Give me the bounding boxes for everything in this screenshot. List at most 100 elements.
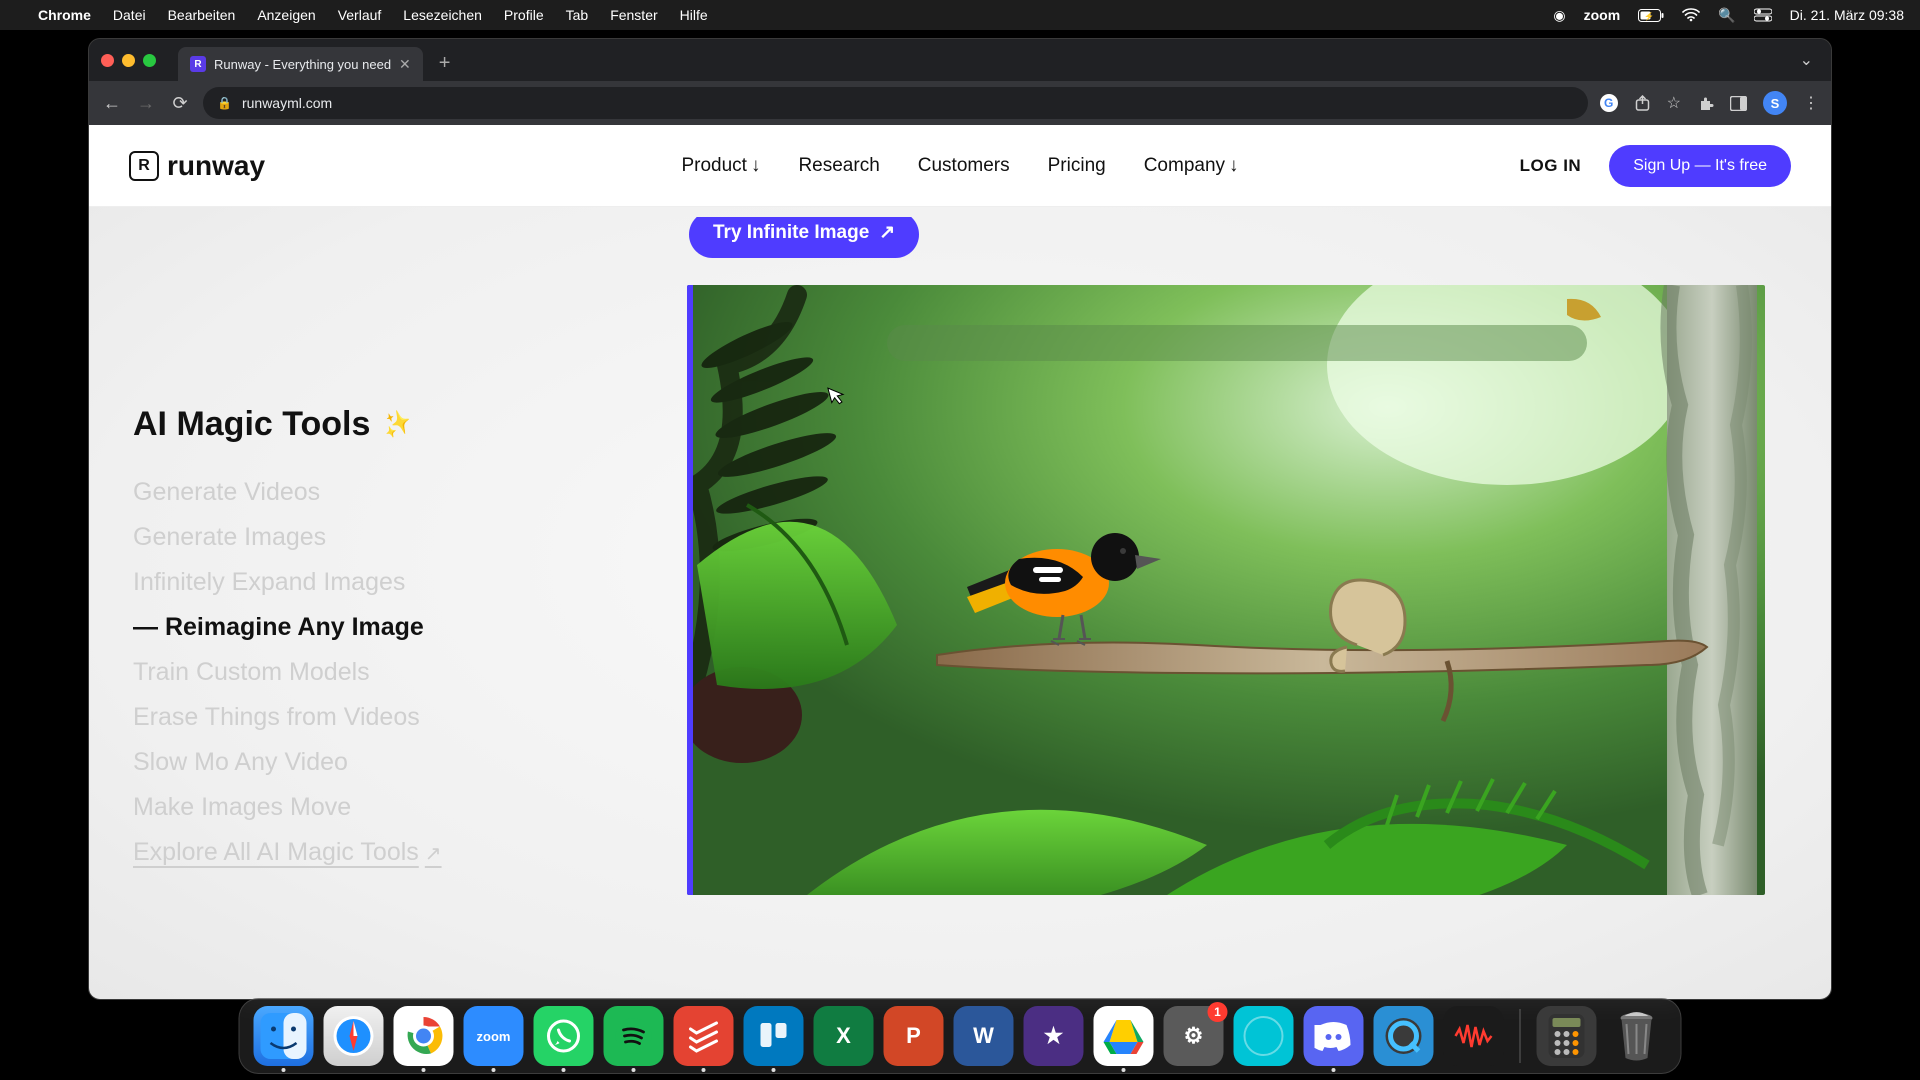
dock-spotify[interactable] — [604, 1006, 664, 1066]
dock-word[interactable]: W — [954, 1006, 1014, 1066]
dock-zoom[interactable]: zoom — [464, 1006, 524, 1066]
sidepanel-icon[interactable] — [1730, 96, 1747, 111]
extensions-icon[interactable] — [1697, 95, 1714, 112]
dock-whatsapp[interactable] — [534, 1006, 594, 1066]
dock-todoist[interactable] — [674, 1006, 734, 1066]
signup-button[interactable]: Sign Up — It's free — [1609, 145, 1791, 187]
minimize-window-icon[interactable] — [122, 54, 135, 67]
tab-strip: R Runway - Everything you need ✕ + ⌄ — [89, 39, 1831, 81]
dock-quicktime[interactable] — [1374, 1006, 1434, 1066]
reload-button[interactable]: ⟳ — [169, 93, 191, 114]
dock-separator — [1520, 1009, 1521, 1063]
arrow-up-right-icon: ↗ — [425, 843, 442, 865]
dock-trello[interactable] — [744, 1006, 804, 1066]
magic-wand-icon: ✨ — [378, 406, 416, 443]
tool-expand-images[interactable]: Infinitely Expand Images — [133, 568, 613, 597]
chrome-window: R Runway - Everything you need ✕ + ⌄ ← →… — [88, 38, 1832, 1000]
menu-bearbeiten[interactable]: Bearbeiten — [168, 7, 236, 23]
dock-voice-memos[interactable] — [1444, 1006, 1504, 1066]
tab-overflow-icon[interactable]: ⌄ — [1800, 50, 1813, 70]
logo-mark-icon: R — [129, 151, 159, 181]
menu-datei[interactable]: Datei — [113, 7, 146, 23]
menubar-datetime[interactable]: Di. 21. März 09:38 — [1790, 7, 1904, 23]
dock-trash[interactable] — [1607, 1006, 1667, 1066]
dock-safari[interactable] — [324, 1006, 384, 1066]
tool-images-move[interactable]: Make Images Move — [133, 793, 613, 822]
nav-customers[interactable]: Customers — [918, 155, 1010, 177]
kebab-menu-icon[interactable]: ⋮ — [1803, 93, 1819, 113]
battery-icon[interactable]: ⚡ — [1638, 9, 1664, 22]
menu-hilfe[interactable]: Hilfe — [680, 7, 708, 23]
dock-system-settings[interactable]: ⚙1 — [1164, 1006, 1224, 1066]
logo-text: runway — [167, 150, 265, 182]
record-icon[interactable]: ◉ — [1553, 7, 1565, 24]
tool-generate-videos[interactable]: Generate Videos — [133, 478, 613, 507]
menu-profile[interactable]: Profile — [504, 7, 544, 23]
wifi-icon[interactable] — [1682, 8, 1700, 22]
dock-excel[interactable]: X — [814, 1006, 874, 1066]
tools-sidebar: AI Magic Tools ✨ Generate Videos Generat… — [133, 405, 613, 867]
window-controls[interactable] — [101, 54, 156, 67]
svg-text:⚡: ⚡ — [1644, 11, 1654, 21]
dock-google-drive[interactable] — [1094, 1006, 1154, 1066]
dock-finder[interactable] — [254, 1006, 314, 1066]
tool-erase-videos[interactable]: Erase Things from Videos — [133, 703, 613, 732]
hero-image — [687, 285, 1765, 895]
nav-pricing[interactable]: Pricing — [1048, 155, 1106, 177]
lock-icon: 🔒 — [217, 96, 232, 110]
nav-company[interactable]: Company↓ — [1144, 155, 1239, 177]
browser-tab[interactable]: R Runway - Everything you need ✕ — [178, 47, 423, 81]
profile-avatar[interactable]: S — [1763, 91, 1787, 115]
nav-research[interactable]: Research — [798, 155, 879, 177]
close-tab-icon[interactable]: ✕ — [399, 56, 411, 73]
dock-calculator[interactable] — [1537, 1006, 1597, 1066]
zoom-menubar-label[interactable]: zoom — [1584, 7, 1621, 23]
site-logo[interactable]: R runway — [129, 150, 265, 182]
google-account-icon[interactable]: G — [1600, 94, 1618, 112]
share-icon[interactable] — [1634, 95, 1651, 112]
arrow-up-right-icon: ↗ — [879, 221, 895, 244]
dock-imovie[interactable]: ★ — [1024, 1006, 1084, 1066]
bookmark-icon[interactable]: ☆ — [1667, 93, 1681, 113]
fullscreen-window-icon[interactable] — [143, 54, 156, 67]
site-header: R runway Product↓ Research Customers Pri… — [89, 125, 1831, 207]
tool-list: Generate Videos Generate Images Infinite… — [133, 478, 613, 867]
close-window-icon[interactable] — [101, 54, 114, 67]
chevron-down-icon: ↓ — [751, 155, 761, 177]
url-text: runwayml.com — [242, 95, 332, 111]
nav-product[interactable]: Product↓ — [681, 155, 760, 177]
browser-toolbar: ← → ⟳ 🔒 runwayml.com G ☆ S ⋮ — [89, 81, 1831, 125]
dock-app-cyan[interactable] — [1234, 1006, 1294, 1066]
menu-fenster[interactable]: Fenster — [610, 7, 657, 23]
back-button[interactable]: ← — [101, 93, 123, 114]
new-tab-button[interactable]: + — [439, 52, 451, 75]
spotlight-icon[interactable]: 🔍 — [1718, 7, 1735, 24]
tool-train-models[interactable]: Train Custom Models — [133, 658, 613, 687]
cta-label: Try Infinite Image — [713, 222, 869, 244]
tool-reimagine-image[interactable]: Reimagine Any Image — [133, 613, 613, 642]
try-infinite-image-button[interactable]: Try Infinite Image ↗ — [689, 211, 919, 258]
tool-generate-images[interactable]: Generate Images — [133, 523, 613, 552]
page-viewport: R runway Product↓ Research Customers Pri… — [89, 125, 1831, 999]
macos-dock: zoom X P W ★ ⚙1 — [239, 998, 1682, 1074]
tool-slow-mo[interactable]: Slow Mo Any Video — [133, 748, 613, 777]
menu-tab[interactable]: Tab — [566, 7, 589, 23]
section-title: AI Magic Tools ✨ — [133, 405, 613, 444]
dock-powerpoint[interactable]: P — [884, 1006, 944, 1066]
primary-nav: Product↓ Research Customers Pricing Comp… — [681, 155, 1238, 177]
address-bar[interactable]: 🔒 runwayml.com — [203, 87, 1588, 119]
explore-all-tools-link[interactable]: Explore All AI Magic Tools↗ — [133, 838, 613, 867]
menubar-app-name[interactable]: Chrome — [38, 7, 91, 23]
menu-verlauf[interactable]: Verlauf — [338, 7, 382, 23]
dock-discord[interactable] — [1304, 1006, 1364, 1066]
dock-chrome[interactable] — [394, 1006, 454, 1066]
chevron-down-icon: ↓ — [1229, 155, 1239, 177]
menu-anzeigen[interactable]: Anzeigen — [257, 7, 315, 23]
tab-favicon-icon: R — [190, 56, 206, 72]
login-link[interactable]: LOG IN — [1520, 156, 1582, 176]
forward-button[interactable]: → — [135, 93, 157, 114]
tab-title: Runway - Everything you need — [214, 57, 391, 72]
menu-lesezeichen[interactable]: Lesezeichen — [403, 7, 482, 23]
settings-badge: 1 — [1208, 1002, 1228, 1022]
control-center-icon[interactable] — [1754, 8, 1772, 22]
